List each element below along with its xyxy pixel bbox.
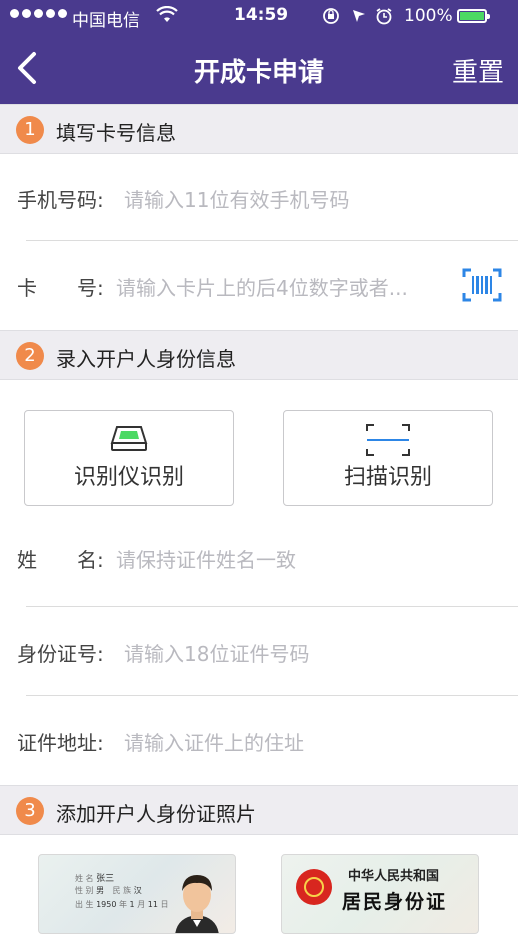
reader-recognize-label: 识别仪识别 bbox=[73, 465, 184, 490]
section-title: 添加开户人身份证照片 bbox=[56, 802, 256, 826]
name-label: 姓 名: bbox=[17, 548, 104, 572]
id-card-front-photo[interactable]: 姓 名 张三 性 别 男 民 族 汉 出 生 1950 年 1 月 11 日 bbox=[38, 854, 236, 934]
front-name-field: 姓 名 张三 bbox=[75, 874, 115, 884]
name-input[interactable]: 请保持证件姓名一致 bbox=[116, 544, 296, 573]
card-number-input[interactable]: 请输入卡片上的后4位数字或者... bbox=[116, 272, 408, 301]
divider bbox=[26, 695, 518, 696]
lock-rotation-icon bbox=[323, 8, 339, 24]
page-title: 开成卡申请 bbox=[193, 58, 324, 88]
section-card-info-header: 1 填写卡号信息 bbox=[0, 104, 518, 154]
battery-icon bbox=[457, 9, 490, 23]
phone-input[interactable]: 请输入11位有效手机号码 bbox=[124, 184, 349, 213]
front-gender-field: 性 别 男 民 族 汉 bbox=[75, 886, 142, 895]
reader-recognize-button[interactable]: 识别仪识别 bbox=[24, 410, 234, 506]
phone-label: 手机号码: bbox=[17, 188, 104, 212]
section-id-photos-header: 3 添加开户人身份证照片 bbox=[0, 785, 518, 835]
section-number-badge: 3 bbox=[16, 797, 44, 825]
carrier-name: 中国电信 bbox=[72, 11, 140, 31]
card-reader-icon bbox=[109, 423, 149, 457]
scan-recognize-button[interactable]: 扫描识别 bbox=[283, 410, 493, 506]
divider bbox=[26, 606, 518, 607]
status-time: 14:59 bbox=[234, 5, 289, 25]
phone-row: 手机号码: 请输入11位有效手机号码 bbox=[0, 154, 518, 242]
front-birth-field: 出 生 1950 年 1 月 11 日 bbox=[75, 900, 169, 909]
section-title: 录入开户人身份信息 bbox=[56, 347, 236, 371]
scan-frame-icon bbox=[365, 423, 411, 461]
section-number-badge: 2 bbox=[16, 342, 44, 370]
reset-button[interactable]: 重置 bbox=[452, 52, 504, 89]
national-emblem-icon bbox=[296, 869, 332, 905]
battery-percentage: 100% bbox=[404, 6, 453, 26]
divider bbox=[26, 240, 518, 241]
status-bar: 中国电信 14:59 100% bbox=[0, 0, 518, 34]
scan-recognize-label: 扫描识别 bbox=[343, 465, 432, 490]
address-label: 证件地址: bbox=[17, 731, 104, 755]
id-number-label: 身份证号: bbox=[17, 642, 104, 666]
top-bar: 中国电信 14:59 100% 开成卡申请 重置 bbox=[0, 0, 518, 104]
card-number-row: 卡 号: 请输入卡片上的后4位数字或者... bbox=[0, 242, 518, 330]
address-input[interactable]: 请输入证件上的住址 bbox=[124, 727, 304, 756]
id-card-country: 中华人民共和国 bbox=[348, 869, 440, 884]
navigation-bar: 开成卡申请 重置 bbox=[0, 34, 518, 104]
wifi-icon bbox=[156, 5, 178, 29]
address-row: 证件地址: 请输入证件上的住址 bbox=[0, 697, 518, 785]
location-icon bbox=[353, 10, 365, 22]
signal-strength-icon bbox=[10, 9, 67, 18]
section-number-badge: 1 bbox=[16, 116, 44, 144]
portrait-icon bbox=[167, 865, 227, 933]
section-identity-header: 2 录入开户人身份信息 bbox=[0, 330, 518, 380]
id-number-row: 身份证号: 请输入18位证件号码 bbox=[0, 608, 518, 696]
id-number-input[interactable]: 请输入18位证件号码 bbox=[124, 638, 309, 667]
id-card-title: 居民身份证 bbox=[342, 891, 448, 913]
card-number-label: 卡 号: bbox=[17, 276, 104, 300]
alarm-icon bbox=[376, 8, 392, 25]
section-title: 填写卡号信息 bbox=[56, 121, 176, 145]
barcode-scan-icon[interactable] bbox=[462, 268, 502, 302]
status-icons bbox=[322, 6, 402, 31]
name-row: 姓 名: 请保持证件姓名一致 bbox=[0, 514, 518, 602]
id-card-back-photo[interactable]: 中华人民共和国 居民身份证 bbox=[281, 854, 479, 934]
